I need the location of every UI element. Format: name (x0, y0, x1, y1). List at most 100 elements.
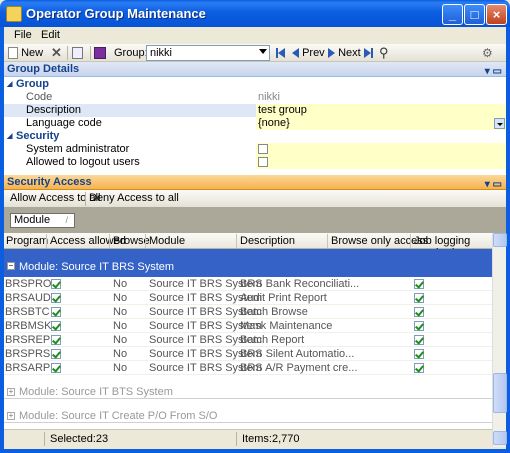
cell-browse: No (113, 292, 128, 304)
property-grid: Group Code nikki Description test group … (4, 77, 506, 175)
prop-row-language[interactable]: Language code {none} (4, 117, 506, 130)
menu-file[interactable]: File (14, 29, 32, 41)
next-label: Next (338, 47, 361, 59)
access-checkbox[interactable] (51, 305, 61, 319)
cell-program: BRSBTC (5, 306, 50, 318)
job-logging-checkbox[interactable] (414, 305, 424, 319)
menu-edit[interactable]: Edit (41, 29, 60, 41)
job-logging-checkbox[interactable] (414, 361, 424, 375)
new-button[interactable]: New (8, 45, 43, 61)
col-program[interactable]: Program (6, 235, 48, 247)
check-icon (51, 321, 61, 331)
allow-all-button[interactable]: Allow Access to all (10, 192, 100, 204)
last-record-button[interactable] (364, 45, 373, 61)
copy-icon[interactable] (72, 45, 83, 61)
expand-icon[interactable]: + (7, 412, 15, 420)
access-checkbox[interactable] (51, 319, 61, 333)
save-icon[interactable] (94, 45, 106, 61)
scroll-down-button[interactable] (493, 431, 507, 445)
group-by-panel: Module / (4, 207, 506, 233)
cell-browse: No (113, 278, 128, 290)
sysadmin-field[interactable] (256, 143, 506, 156)
cell-description: Mask Maintenance (240, 320, 333, 332)
group-row-expanded[interactable]: − Module: Source IT BRS System (4, 249, 492, 277)
access-checkbox[interactable] (51, 291, 61, 305)
expand-icon[interactable]: + (7, 388, 15, 396)
code-value: nikki (258, 91, 281, 103)
category-security[interactable]: Security (4, 130, 506, 143)
cell-browse: No (113, 348, 128, 360)
group-row-collapsed[interactable]: + Module: Source IT Create P/O From S/O (4, 409, 492, 423)
access-checkbox[interactable] (51, 361, 61, 375)
settings-icon[interactable]: ⚙ (482, 45, 493, 61)
job-logging-checkbox[interactable] (414, 277, 424, 291)
table-row[interactable]: BRBMSK No Source IT BRS System Mask Main… (4, 319, 492, 333)
scroll-thumb[interactable] (493, 373, 507, 413)
sysadmin-checkbox[interactable] (258, 143, 268, 154)
language-field[interactable]: {none} (256, 117, 506, 130)
next-button[interactable]: Next (328, 45, 361, 61)
next-arrow-icon (328, 48, 335, 59)
access-checkbox[interactable] (51, 333, 61, 347)
table-row[interactable]: BRSREP No Source IT BRS System Batch Rep… (4, 333, 492, 347)
check-icon (51, 363, 61, 373)
prop-row-logout[interactable]: Allowed to logout users (4, 156, 506, 169)
table-row[interactable]: BRSPRS No Source IT BRS System BRS Silen… (4, 347, 492, 361)
job-logging-checkbox[interactable] (414, 333, 424, 347)
job-logging-checkbox[interactable] (414, 347, 424, 361)
col-sep (410, 234, 411, 248)
prev-label: Prev (302, 47, 325, 59)
group-row-collapsed[interactable]: + Module: Source IT BTS System (4, 385, 492, 399)
security-grid: Program Access allowed Browse Module Des… (4, 233, 492, 429)
check-icon (51, 349, 61, 359)
job-logging-checkbox[interactable] (414, 319, 424, 333)
description-label: Description (26, 104, 82, 116)
group-row-label: Module: Source IT BTS System (19, 386, 173, 398)
description-field[interactable]: test group (256, 104, 506, 117)
table-row[interactable]: BRSAUD No Source IT BRS System Audit Pri… (4, 291, 492, 305)
search-icon[interactable]: ⚲ (379, 45, 389, 61)
prop-row-description[interactable]: Description test group (4, 104, 506, 117)
cell-program: BRSREP (5, 334, 51, 346)
deny-all-button[interactable]: Deny Access to all (89, 192, 179, 204)
status-items: Items:2,770 (242, 433, 300, 445)
category-group[interactable]: Group (4, 78, 506, 91)
logout-field[interactable] (256, 156, 506, 169)
last-icon (371, 48, 373, 59)
new-label: New (21, 47, 44, 59)
prop-row-code[interactable]: Code nikki (4, 91, 506, 104)
table-row[interactable]: BRSBTC No Source IT BRS System Batch Bro… (4, 305, 492, 319)
group-details-title: Group Details (7, 63, 80, 75)
language-dropdown-icon[interactable] (494, 118, 505, 129)
col-description[interactable]: Description (240, 235, 295, 247)
table-row[interactable]: BRSARP No Source IT BRS System BRS A/R P… (4, 361, 492, 375)
new-document-icon (8, 47, 18, 60)
prev-button[interactable]: Prev (292, 45, 325, 61)
status-selected: Selected:23 (50, 433, 109, 445)
toolbar-separator (67, 46, 68, 60)
security-access-title: Security Access (7, 176, 92, 188)
minimize-button[interactable]: _ (442, 4, 463, 25)
prop-row-sysadmin[interactable]: System administrator (4, 143, 506, 156)
col-module[interactable]: Module (149, 235, 185, 247)
table-row[interactable]: BRSPRO No Source IT BRS System BRS Bank … (4, 277, 492, 291)
first-record-button[interactable] (276, 45, 285, 61)
language-value: {none} (258, 117, 290, 129)
logout-checkbox[interactable] (258, 156, 268, 167)
group-by-chip[interactable]: Module / (10, 213, 75, 228)
close-button[interactable]: × (486, 4, 507, 25)
vertical-scrollbar[interactable] (492, 233, 507, 447)
job-logging-checkbox[interactable] (414, 291, 424, 305)
collapse-icon[interactable]: − (7, 262, 15, 270)
status-separator (236, 432, 237, 446)
delete-icon[interactable]: ✕ (51, 45, 62, 61)
scroll-up-button[interactable] (493, 233, 507, 247)
group-combo-value: nikki (150, 47, 173, 59)
access-checkbox[interactable] (51, 347, 61, 361)
main-toolbar: New ✕ Group: nikki Prev Next ⚲ ⚙ (4, 44, 506, 62)
status-separator (44, 432, 45, 446)
group-combo[interactable]: nikki (146, 45, 270, 61)
maximize-button[interactable]: □ (464, 4, 485, 25)
security-access-header: Security Access ▾ ▭ (4, 175, 506, 190)
access-checkbox[interactable] (51, 277, 61, 291)
